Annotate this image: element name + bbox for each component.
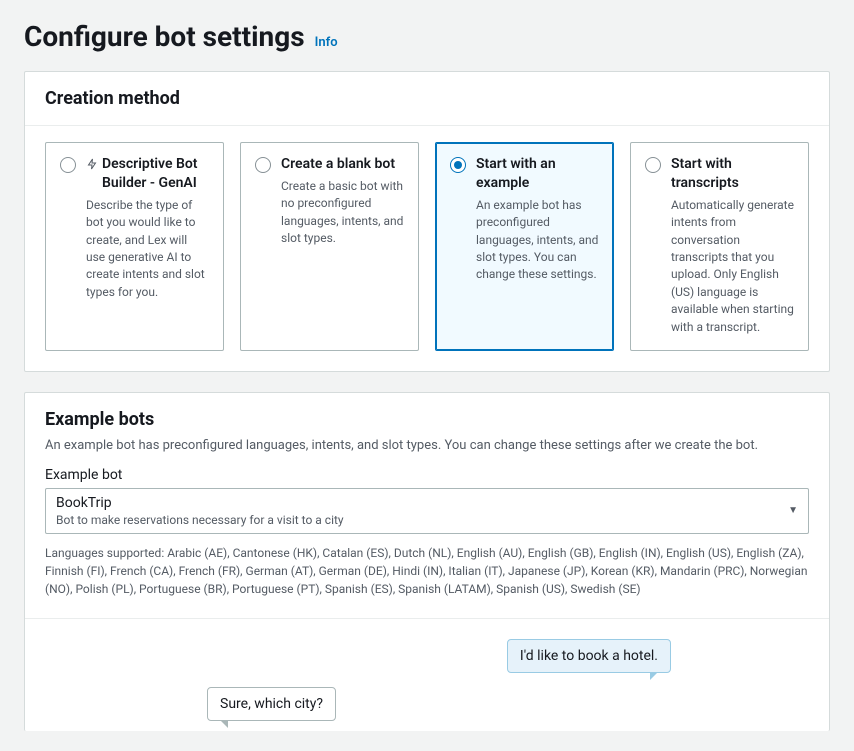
chat-preview: I'd like to book a hotel. Sure, which ci… xyxy=(162,619,692,731)
tile-desc: Automatically generate intents from conv… xyxy=(671,197,794,336)
tile-title: Create a blank bot xyxy=(281,155,404,174)
tile-title: Start with transcripts xyxy=(671,155,794,193)
example-bots-panel: Example bots An example bot has preconfi… xyxy=(24,392,830,731)
tile-descriptive-bot-builder[interactable]: Descriptive Bot Builder - GenAI Describe… xyxy=(45,142,224,351)
select-value: BookTrip xyxy=(56,495,344,511)
radio-icon xyxy=(450,157,466,173)
page-title: Configure bot settings xyxy=(24,20,305,53)
example-bot-select[interactable]: BookTrip Bot to make reservations necess… xyxy=(45,488,809,534)
tile-title: Descriptive Bot Builder - GenAI xyxy=(102,155,209,193)
example-bots-heading: Example bots xyxy=(45,409,809,430)
tile-desc: An example bot has preconfigured languag… xyxy=(476,197,599,284)
tile-title: Start with an example xyxy=(476,155,599,193)
radio-icon xyxy=(255,157,271,173)
radio-icon xyxy=(60,157,76,173)
caret-down-icon: ▼ xyxy=(788,505,798,516)
languages-supported: Languages supported: Arabic (AE), Canton… xyxy=(45,544,809,598)
tile-start-with-transcripts[interactable]: Start with transcripts Automatically gen… xyxy=(630,142,809,351)
info-link[interactable]: Info xyxy=(315,35,338,50)
tile-start-with-example[interactable]: Start with an example An example bot has… xyxy=(435,142,614,351)
example-bot-field-label: Example bot xyxy=(45,467,809,483)
tile-desc: Create a basic bot with no preconfigured… xyxy=(281,178,404,248)
select-subtext: Bot to make reservations necessary for a… xyxy=(56,513,344,527)
lightning-icon xyxy=(86,156,98,175)
chat-bot-bubble: Sure, which city? xyxy=(207,687,336,721)
example-bots-desc: An example bot has preconfigured languag… xyxy=(45,438,809,453)
tile-blank-bot[interactable]: Create a blank bot Create a basic bot wi… xyxy=(240,142,419,351)
tile-desc: Describe the type of bot you would like … xyxy=(86,197,209,301)
chat-user-bubble: I'd like to book a hotel. xyxy=(507,639,671,673)
creation-method-panel: Creation method Descriptive Bot Builder … xyxy=(24,71,830,372)
creation-method-heading: Creation method xyxy=(45,88,809,109)
radio-icon xyxy=(645,157,661,173)
creation-method-tiles: Descriptive Bot Builder - GenAI Describe… xyxy=(45,142,809,351)
